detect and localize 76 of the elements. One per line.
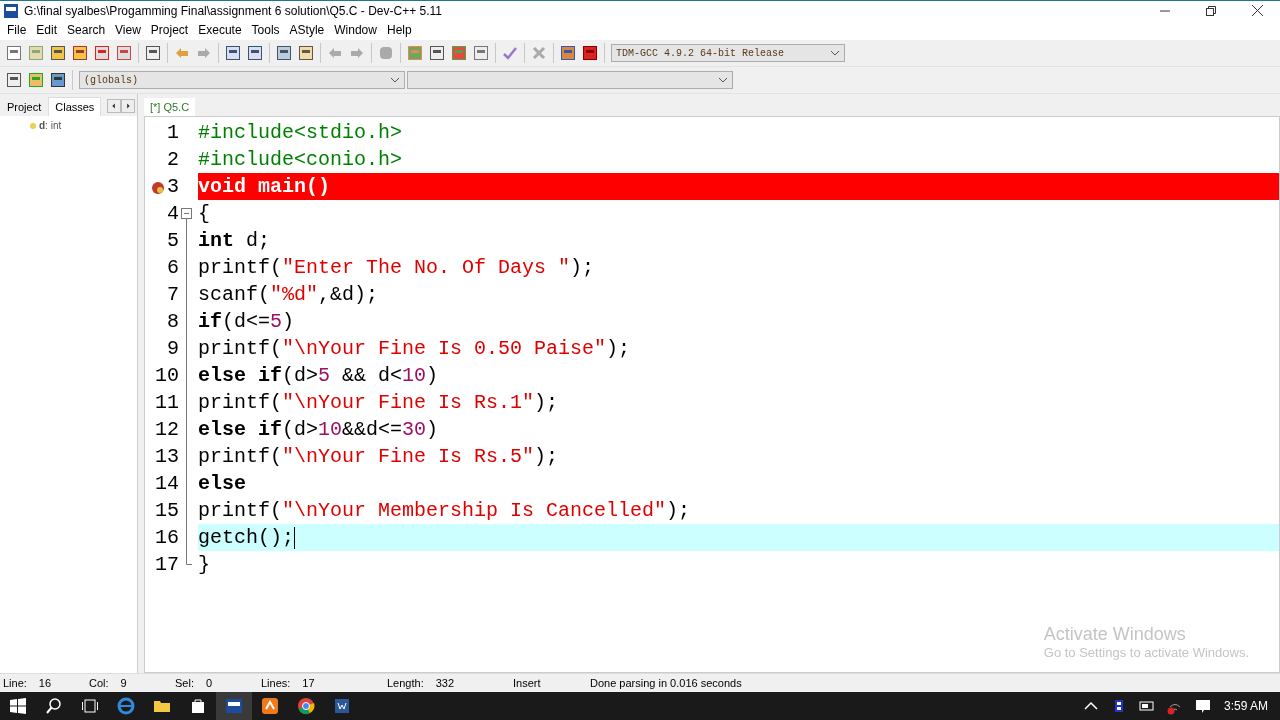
variable-icon [30,122,36,129]
menu-item[interactable]: Help [381,23,417,37]
line-number: 15 [155,499,179,522]
code-line: printf("\nYour Membership Is Cancelled"); [198,498,692,524]
scroll-left-icon[interactable] [107,99,122,113]
line-number: 7 [167,283,179,306]
activation-title: Activate Windows [1043,624,1187,645]
menu-item[interactable]: Project [145,23,194,37]
code-line: else [198,471,247,497]
menu-item[interactable]: AStyle [284,23,330,37]
ide-taskbar-icon[interactable] [216,692,252,720]
line-number: 6 [167,256,179,279]
line-number: 17 [155,553,179,576]
code-line: if(d<=5) [198,309,296,335]
code-line: #include<conio.h> [198,147,404,173]
restore-icon[interactable] [1206,5,1216,16]
code-line: int d; [198,228,272,254]
status-value: 17 [302,677,316,689]
status-value: 16 [38,677,53,689]
caret-icon [718,76,728,84]
panel-tab[interactable]: Project [0,97,49,116]
menu-item[interactable]: Tools [246,23,285,37]
panel-tab[interactable]: Classes [48,97,102,116]
menu-item[interactable]: Search [62,23,111,37]
code-line: else if(d>10&&d<=30) [198,417,440,443]
status-value: 332 [435,677,456,689]
editor-tab[interactable]: [*] Q5.C [144,98,196,116]
check-icon[interactable] [502,45,518,61]
line-number: 2 [167,148,179,171]
line-number: 13 [155,445,179,468]
line-number: 10 [155,364,179,387]
status-text: Insert [513,677,541,689]
line-number: 1 [167,121,179,144]
code-line: scanf("%d",&d); [198,282,380,308]
line-number: 14 [155,472,179,495]
scroll-right-icon[interactable] [121,99,136,113]
line-number: 3 [167,175,179,198]
clock[interactable]: 3:59 AM [1223,699,1268,713]
code-line: #include<stdio.h> [198,120,404,146]
activation-text: Go to Settings to activate Windows. [1043,645,1249,660]
status-value: 0 [205,677,214,689]
line-number: 16 [155,526,179,549]
code-line: printf("\nYour Fine Is Rs.5"); [198,444,560,470]
code-line: printf("\nYour Fine Is Rs.1"); [198,390,560,416]
status-text: Done parsing in 0.016 seconds [590,677,742,689]
line-number: 12 [155,418,179,441]
line-number: 5 [167,229,179,252]
line-number: 9 [167,337,179,360]
code-line: { [198,201,211,227]
scope-dropdown[interactable]: (globals) [79,71,405,89]
status-label: Length: [387,677,424,689]
status-label: Sel: [175,677,194,689]
status-label: Line: [3,677,27,689]
close-icon[interactable] [1251,5,1263,16]
menu-item[interactable]: Execute [193,23,247,37]
line-number: 11 [155,391,179,414]
status-label: Lines: [261,677,291,689]
window-title: G:\final syalbes\Progamming Final\assignment 6 solution\Q5.C - Dev-C++ 5.11 [24,3,443,18]
status-value: 9 [120,677,128,689]
caret-icon [830,49,840,57]
status-label: Col: [89,677,109,689]
compiler-dropdown[interactable]: TDM-GCC 4.9.2 64-bit Release [611,44,845,62]
line-number: 8 [167,310,179,333]
line-number: 4 [167,202,179,225]
notification-icon[interactable] [1193,697,1212,715]
windows-start-icon[interactable] [9,697,27,715]
code-line: printf("\nYour Fine Is 0.50 Paise"); [198,336,632,362]
code-line: else if(d>5 && d<10) [198,363,440,389]
tree-item[interactable]: d: int [39,120,62,131]
caret-icon [390,76,400,84]
code-line: } [198,552,211,578]
menu-item[interactable]: View [110,23,146,37]
menu-item[interactable]: Edit [31,23,63,37]
menu-item[interactable]: Window [329,23,382,37]
code-line: printf("Enter The No. Of Days "); [198,255,596,281]
menu-item[interactable]: File [2,23,32,37]
